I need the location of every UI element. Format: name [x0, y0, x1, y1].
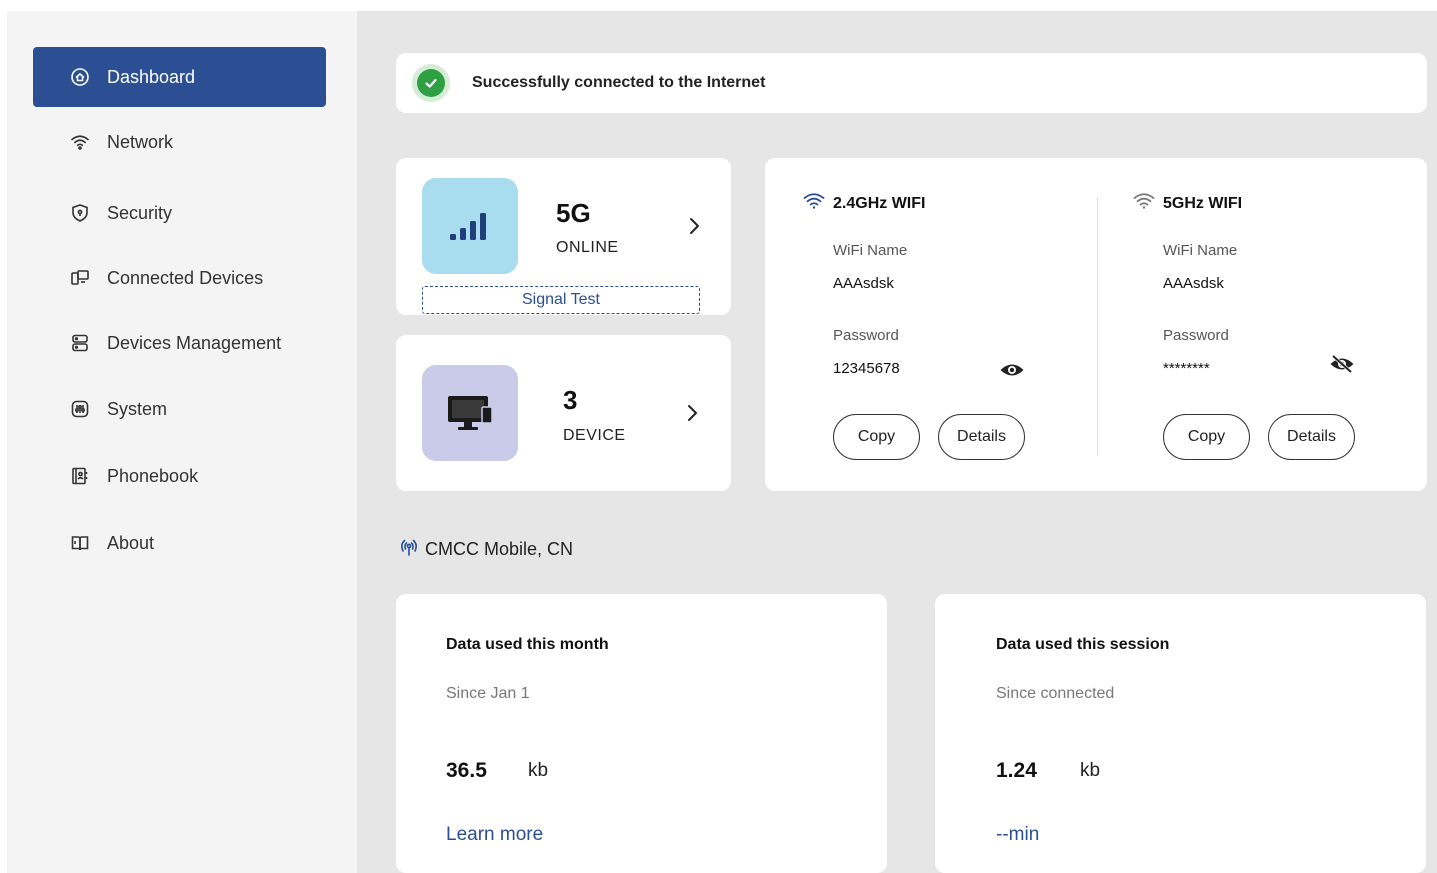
sidebar-item-dashboard[interactable]: Dashboard — [33, 47, 326, 107]
app-window: Dashboard Network Security Connected Dev… — [7, 11, 1437, 873]
wifi-icon — [1133, 192, 1163, 215]
sidebar-item-network[interactable]: Network — [33, 112, 326, 172]
usage-unit: kb — [528, 760, 549, 781]
since-text: Since connected — [996, 685, 1115, 702]
sidebar-item-devices-management[interactable]: Devices Management — [33, 313, 326, 373]
sidebar-item-about[interactable]: About — [33, 513, 326, 573]
password-label: Password — [1163, 327, 1229, 344]
usage-unit: kb — [1080, 760, 1101, 781]
sidebar: Dashboard Network Security Connected Dev… — [7, 11, 357, 873]
sidebar-item-security[interactable]: Security — [33, 183, 326, 243]
wifi-name-value: AAAsdsk — [833, 275, 894, 292]
phonebook-icon — [69, 465, 91, 487]
card-title: Data used this month — [446, 636, 609, 653]
copy-button[interactable]: Copy — [833, 414, 920, 460]
sidebar-item-label: System — [107, 398, 168, 419]
wifi-5ghz-panel: 5GHz WIFI WiFi Name AAAsdsk Password ***… — [1095, 158, 1425, 491]
wifi-icon — [803, 192, 833, 215]
device-card: 3 DEVICE — [396, 335, 731, 491]
shield-icon — [69, 202, 91, 224]
eye-icon[interactable] — [999, 360, 1025, 380]
wifi-name-label: WiFi Name — [833, 242, 908, 259]
password-value: 12345678 — [833, 360, 900, 377]
data-usage-month-card: Data used this month Since Jan 1 36.5 kb… — [396, 594, 887, 873]
check-circle-icon — [412, 64, 450, 102]
signal-test-button[interactable]: Signal Test — [422, 286, 700, 314]
connection-status-text: Successfully connected to the Internet — [472, 74, 766, 91]
copy-button[interactable]: Copy — [1163, 414, 1250, 460]
main-content: Successfully connected to the Internet 5… — [357, 11, 1437, 873]
device-count: 3 — [563, 385, 578, 415]
devices-icon — [69, 267, 91, 289]
sidebar-item-phonebook[interactable]: Phonebook — [33, 446, 326, 506]
sidebar-item-label: Phonebook — [107, 465, 199, 486]
operator-text: CMCC Mobile, CN — [425, 539, 574, 559]
wifi-2-4ghz-panel: 2.4GHz WIFI WiFi Name AAAsdsk Password 1… — [765, 158, 1095, 491]
since-text: Since Jan 1 — [446, 685, 530, 702]
eye-off-icon[interactable] — [1329, 354, 1355, 374]
session-duration: --min — [996, 824, 1040, 845]
data-usage-session-card: Data used this session Since connected 1… — [935, 594, 1426, 873]
sidebar-item-label: Connected Devices — [107, 267, 264, 288]
system-icon — [69, 398, 91, 420]
sidebar-item-connected-devices[interactable]: Connected Devices — [33, 248, 326, 308]
usage-value: 36.5 — [446, 759, 487, 782]
home-shield-icon — [69, 66, 91, 88]
wifi-card: 2.4GHz WIFI WiFi Name AAAsdsk Password 1… — [765, 158, 1427, 491]
chevron-right-icon[interactable] — [682, 403, 702, 423]
network-state: ONLINE — [556, 239, 619, 256]
device-label: DEVICE — [563, 427, 626, 444]
signal-bars-icon — [422, 178, 518, 274]
monitor-icon — [422, 365, 518, 461]
card-title: Data used this session — [996, 636, 1170, 653]
details-button[interactable]: Details — [1268, 414, 1355, 460]
wifi-name-label: WiFi Name — [1163, 242, 1238, 259]
antenna-icon — [399, 537, 425, 562]
connection-status-bar: Successfully connected to the Internet — [396, 53, 1427, 113]
server-icon — [69, 332, 91, 354]
network-card: 5G ONLINE Signal Test — [396, 158, 731, 315]
password-value: ******** — [1163, 360, 1210, 377]
sidebar-item-label: Security — [107, 202, 173, 223]
password-label: Password — [833, 327, 899, 344]
usage-value: 1.24 — [996, 759, 1037, 782]
details-button[interactable]: Details — [938, 414, 1025, 460]
sidebar-item-label: About — [107, 532, 155, 553]
sidebar-item-label: Network — [107, 131, 174, 152]
book-icon — [69, 532, 91, 554]
sidebar-item-system[interactable]: System — [33, 379, 326, 439]
operator-info: CMCC Mobile, CN — [399, 537, 573, 562]
sidebar-item-label: Dashboard — [107, 66, 196, 87]
wifi-title: 2.4GHz WIFI — [803, 192, 925, 215]
chevron-right-icon[interactable] — [684, 216, 704, 236]
learn-more-link[interactable]: Learn more — [446, 824, 543, 846]
sidebar-item-label: Devices Management — [107, 332, 282, 353]
network-type: 5G — [556, 198, 591, 228]
wifi-icon — [69, 131, 91, 153]
wifi-name-value: AAAsdsk — [1163, 275, 1224, 292]
wifi-title: 5GHz WIFI — [1133, 192, 1242, 215]
